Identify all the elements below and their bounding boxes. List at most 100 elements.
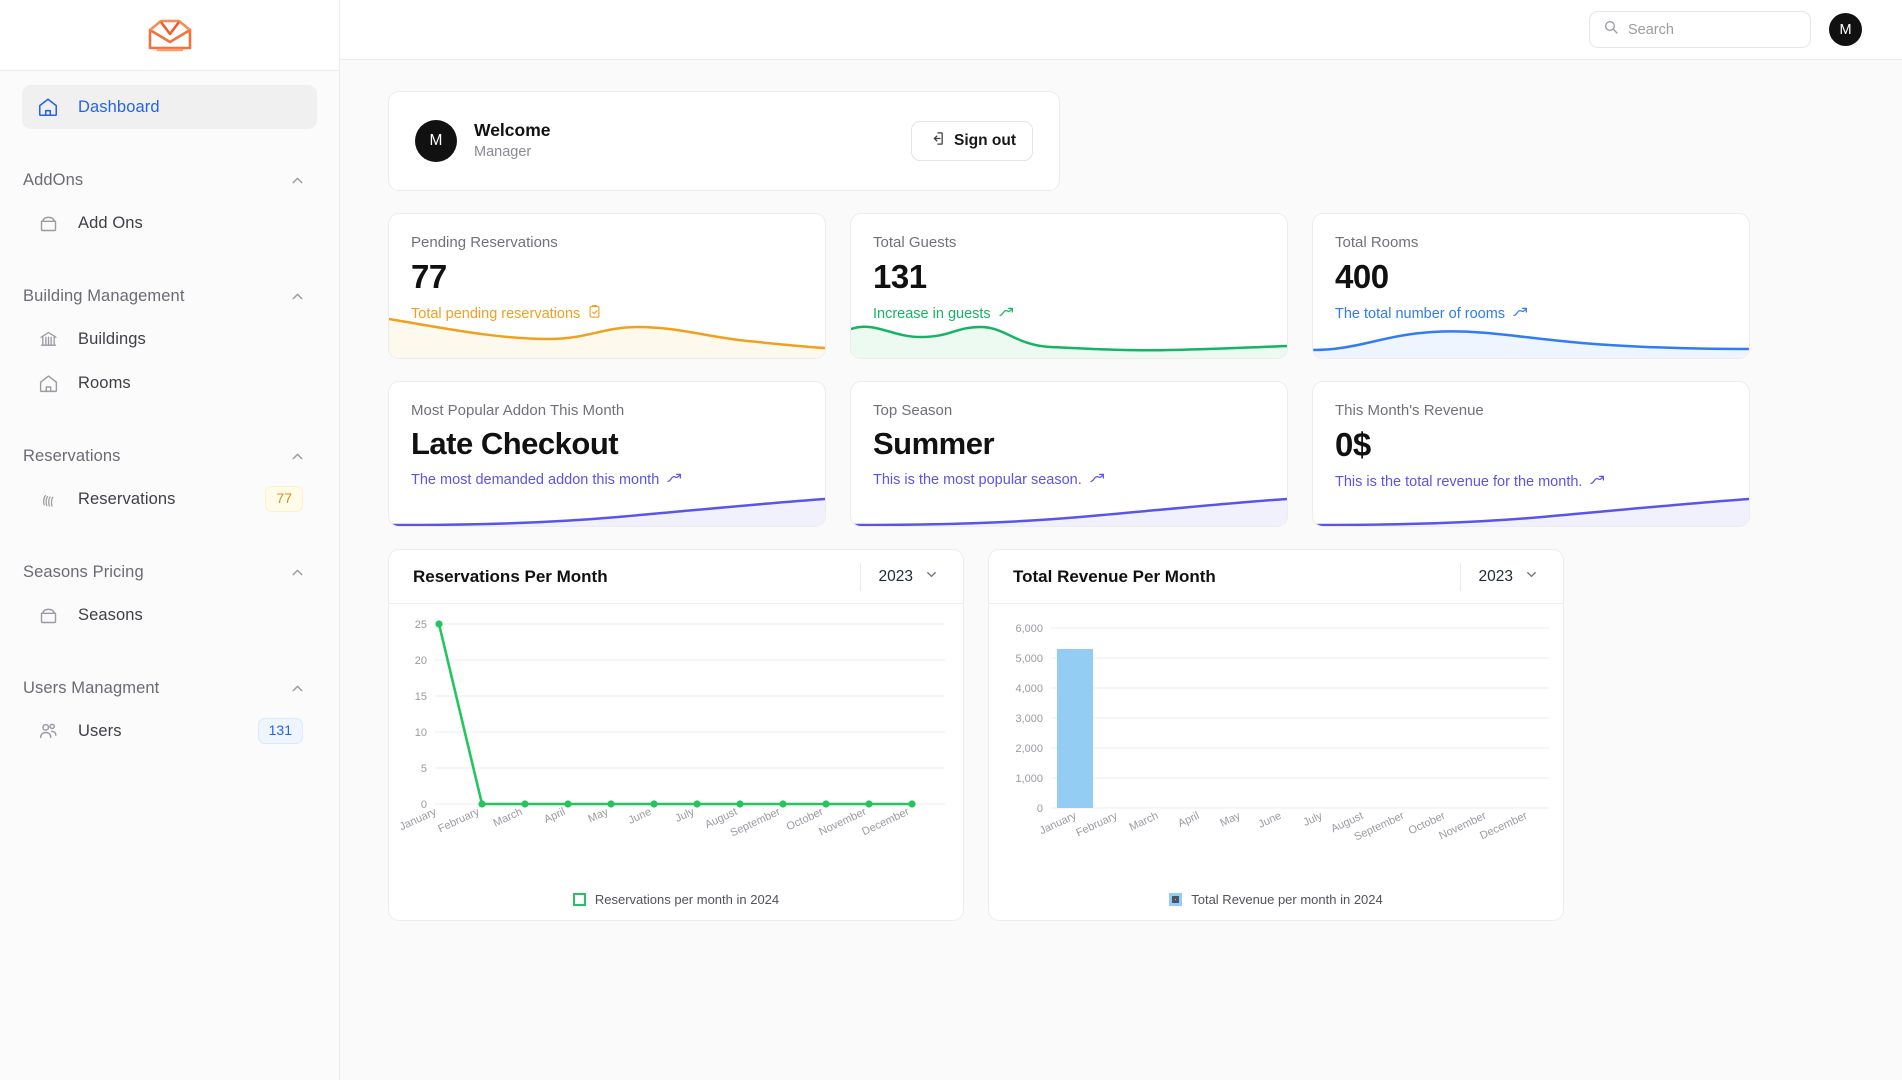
svg-text:November: November: [817, 806, 868, 838]
stat-label: Total Rooms: [1335, 234, 1727, 251]
sidebar-group-title: Reservations: [23, 447, 121, 466]
svg-text:5,000: 5,000: [1015, 653, 1043, 665]
sign-out-label: Sign out: [954, 132, 1016, 150]
box-icon: [36, 603, 60, 627]
sidebar-group-reservations[interactable]: Reservations: [22, 441, 317, 471]
sidebar-group-title: Seasons Pricing: [23, 563, 144, 582]
stat-value: Late Checkout: [411, 427, 803, 461]
chart-header: Reservations Per Month 2023: [389, 550, 963, 604]
home-icon: [36, 371, 60, 395]
welcome-text: Welcome Manager: [474, 119, 551, 163]
sidebar-item-dashboard[interactable]: Dashboard: [22, 85, 317, 129]
svg-text:25: 25: [415, 619, 427, 631]
chevron-up-icon[interactable]: [289, 288, 306, 305]
welcome-title: Welcome: [474, 119, 551, 142]
year-select-reservations[interactable]: 2023: [860, 563, 939, 591]
svg-text:10: 10: [415, 727, 427, 739]
svg-text:1,000: 1,000: [1015, 773, 1043, 785]
svg-text:January: January: [1038, 810, 1079, 838]
charts-row: Reservations Per Month 2023: [388, 549, 1854, 921]
stat-label: Pending Reservations: [411, 234, 803, 251]
chart-header: Total Revenue Per Month 2023: [989, 550, 1563, 604]
home-icon: [36, 95, 60, 119]
stat-value: 0$: [1335, 427, 1727, 463]
sidebar-item-seasons[interactable]: Seasons: [22, 593, 317, 637]
stat-card-total-rooms[interactable]: Total Rooms 400 The total number of room…: [1312, 213, 1750, 359]
sidebar-group-title: Building Management: [23, 287, 185, 306]
sidebar-item-label: Rooms: [78, 374, 131, 393]
sidebar-group-building-management[interactable]: Building Management: [22, 281, 317, 311]
chevron-up-icon[interactable]: [289, 448, 306, 465]
sidebar-item-users[interactable]: Users 131: [22, 709, 317, 753]
year-value: 2023: [879, 568, 913, 586]
welcome-role: Manager: [474, 142, 551, 163]
chart-card-total-revenue-per-month: Total Revenue Per Month 2023: [988, 549, 1564, 921]
stat-value: 77: [411, 259, 803, 295]
svg-text:February: February: [436, 806, 481, 836]
search-icon: [1603, 19, 1619, 40]
chart-plot-reservations: 25 20 15 10 5 0: [389, 604, 963, 921]
sidebar-group-addons[interactable]: AddOns: [22, 165, 317, 195]
main-area: M Dashboard M Welcome Manager: [340, 0, 1902, 1080]
avatar[interactable]: M: [1829, 13, 1862, 46]
svg-text:January: January: [398, 806, 439, 834]
sidebar-badge-reservations: 77: [265, 486, 303, 512]
chart-card-reservations-per-month: Reservations Per Month 2023: [388, 549, 964, 921]
chart-plot-revenue: 6,000 5,000 4,000 3,000 2,000 1,000 0: [989, 604, 1563, 921]
sidebar-item-rooms[interactable]: Rooms: [22, 361, 317, 405]
chevron-down-icon: [924, 567, 939, 587]
chevron-up-icon[interactable]: [289, 680, 306, 697]
year-select-revenue[interactable]: 2023: [1460, 563, 1539, 591]
svg-text:December: December: [860, 806, 911, 838]
chevron-up-icon[interactable]: [289, 564, 306, 581]
stat-card-most-popular-addon[interactable]: Most Popular Addon This Month Late Check…: [388, 381, 826, 527]
sidebar-item-label: Add Ons: [78, 214, 143, 233]
topbar: M: [340, 0, 1902, 60]
page-content: Dashboard M Welcome Manager Sign out: [340, 0, 1902, 1080]
envelope-logo-icon[interactable]: [146, 17, 194, 53]
sparkline: [1313, 313, 1749, 359]
logout-icon: [928, 130, 945, 152]
stat-label: Total Guests: [873, 234, 1265, 251]
svg-text:May: May: [586, 806, 610, 826]
chart-legend-reservations: Reservations per month in 2024: [389, 892, 963, 907]
svg-text:March: March: [491, 806, 524, 830]
chevron-up-icon[interactable]: [289, 172, 306, 189]
stat-card-this-months-revenue[interactable]: This Month's Revenue 0$ This is the tota…: [1312, 381, 1750, 527]
legend-label: Total Revenue per month in 2024: [1191, 892, 1383, 907]
chart-title: Total Revenue Per Month: [1013, 567, 1216, 587]
chevron-down-icon: [1524, 567, 1539, 587]
stat-value: Summer: [873, 427, 1265, 461]
svg-text:2,000: 2,000: [1015, 743, 1043, 755]
sidebar-item-label: Buildings: [78, 330, 146, 349]
stat-card-total-guests[interactable]: Total Guests 131 Increase in guests: [850, 213, 1288, 359]
sidebar-group-title: AddOns: [23, 171, 83, 190]
svg-text:April: April: [1176, 810, 1201, 830]
welcome-card: M Welcome Manager Sign out: [388, 91, 1060, 191]
sidebar-item-reservations[interactable]: Reservations 77: [22, 477, 317, 521]
stat-label: Top Season: [873, 402, 1265, 419]
sidebar-item-add-ons[interactable]: Add Ons: [22, 201, 317, 245]
stat-cards-row-2: Most Popular Addon This Month Late Check…: [388, 381, 1854, 527]
fingerprint-icon: [36, 487, 60, 511]
legend-swatch-icon: [1169, 893, 1182, 906]
svg-text:June: June: [627, 806, 654, 827]
chart-title: Reservations Per Month: [413, 567, 608, 587]
chart-legend-revenue: Total Revenue per month in 2024: [989, 892, 1563, 907]
sidebar-group-users-managment[interactable]: Users Managment: [22, 673, 317, 703]
svg-text:March: March: [1127, 810, 1160, 834]
svg-text:5: 5: [421, 763, 427, 775]
year-value: 2023: [1479, 568, 1513, 586]
search-input[interactable]: [1628, 22, 1797, 38]
stat-cards-row-1: Pending Reservations 77 Total pending re…: [388, 213, 1854, 359]
sidebar-item-buildings[interactable]: Buildings: [22, 317, 317, 361]
sidebar-group-seasons-pricing[interactable]: Seasons Pricing: [22, 557, 317, 587]
search-box[interactable]: [1589, 11, 1811, 48]
sign-out-button[interactable]: Sign out: [911, 121, 1033, 161]
sidebar-item-label: Seasons: [78, 606, 143, 625]
svg-text:3,000: 3,000: [1015, 713, 1043, 725]
stat-card-top-season[interactable]: Top Season Summer This is the most popul…: [850, 381, 1288, 527]
svg-text:May: May: [1218, 810, 1242, 830]
stat-card-pending-reservations[interactable]: Pending Reservations 77 Total pending re…: [388, 213, 826, 359]
svg-text:20: 20: [415, 655, 427, 667]
